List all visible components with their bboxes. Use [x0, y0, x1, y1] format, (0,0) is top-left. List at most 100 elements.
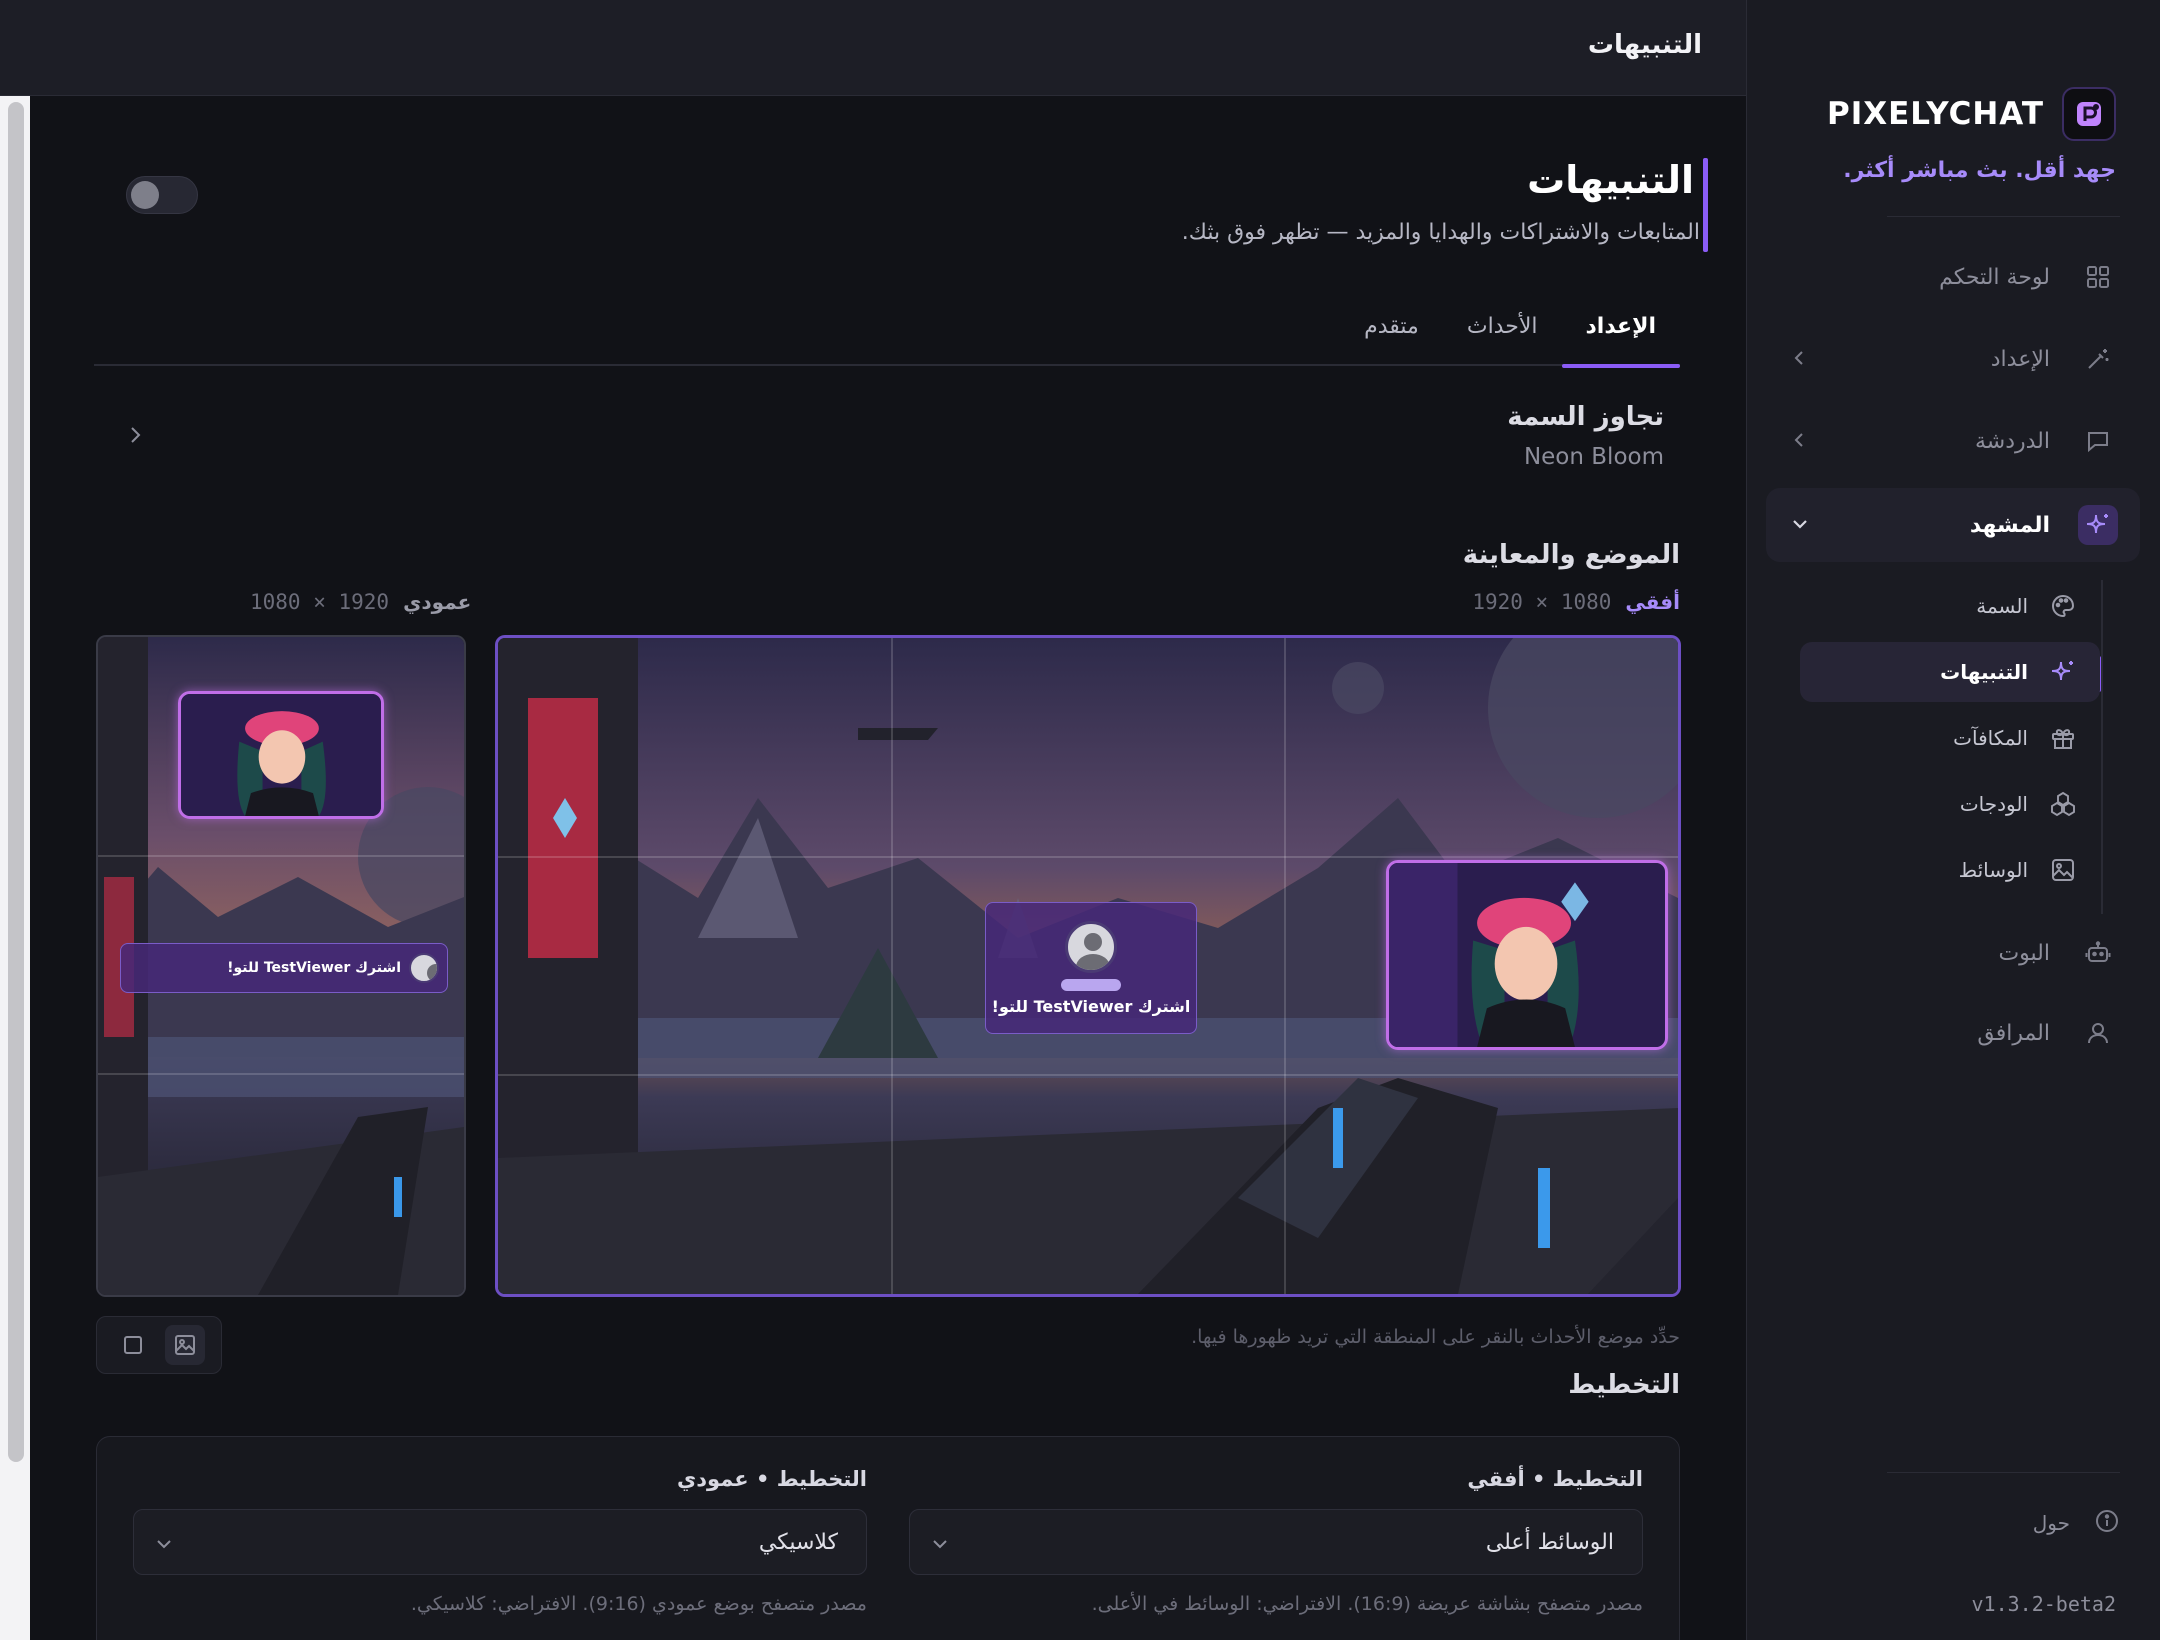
field-label: التخطيط • عمودي	[677, 1467, 867, 1491]
message-icon	[2078, 421, 2118, 461]
alert-message: اشترك TestViewer للتو!	[227, 960, 401, 976]
brand[interactable]: PIXELYCHAT	[1827, 86, 2116, 142]
dimensions-label: 1920 × 1080	[1472, 590, 1612, 614]
select-value: كلاسيكي	[758, 1530, 838, 1555]
vertical-preview-canvas[interactable]: اشترك TestViewer للتو!	[96, 635, 466, 1297]
layout-vertical-select[interactable]: كلاسيكي	[133, 1509, 867, 1575]
position-hint: حدِّد موضع الأحداث بالنقر على المنطقة ال…	[1191, 1326, 1680, 1348]
square-icon	[124, 1336, 142, 1354]
layout-vertical-field: التخطيط • عمودي كلاسيكي مصدر متصفح بوضع …	[133, 1467, 867, 1615]
chevron-down-icon	[154, 1534, 174, 1558]
blank-background-button[interactable]	[113, 1325, 153, 1365]
field-label: التخطيط • أفقي	[1467, 1467, 1643, 1491]
user-icon	[2078, 1013, 2118, 1053]
layout-card: التخطيط • أفقي الوسائط أعلى مصدر متصفح ب…	[96, 1436, 1680, 1640]
sidebar-item-about[interactable]: حول	[2033, 1508, 2120, 1538]
sidebar-subitem-rewards[interactable]: المكافآت	[1800, 708, 2100, 768]
webcam-overlay[interactable]	[1386, 860, 1668, 1050]
chevron-left-icon	[1790, 348, 1810, 372]
sparkle-icon	[2046, 655, 2080, 689]
alert-chip	[1061, 978, 1121, 991]
grid-line	[498, 1074, 1678, 1076]
page-title: التنبيهات	[1527, 158, 1694, 202]
page-subtitle: المتابعات والاشتراكات والهدايا والمزيد —…	[1181, 220, 1700, 245]
subnav-label: السمة	[1976, 594, 2028, 618]
alert-preview-box[interactable]: اشترك TestViewer للتو!	[985, 902, 1197, 1034]
tab-bar: الإعداد الأحداث متقدم	[94, 308, 1681, 368]
sidebar-subitem-media[interactable]: الوسائط	[1800, 840, 2100, 900]
sparkle-icon	[2078, 505, 2118, 545]
sidebar-item-label: حول	[2032, 1511, 2070, 1535]
brand-tagline: جهد أقل. بث مباشر أكثر.	[1843, 158, 2116, 183]
vertical-preview-label: عمودي 1080 × 1920	[250, 590, 471, 614]
sidebar-item-label: المشهد	[1969, 512, 2050, 538]
top-bar: التنبيهات	[0, 0, 1746, 96]
sidebar-subitem-widgets[interactable]: الودجات	[1800, 774, 2100, 834]
scrollbar-track[interactable]	[0, 96, 30, 1640]
info-icon	[2094, 1508, 2120, 1538]
cubes-icon	[2046, 787, 2080, 821]
theme-override-title: تجاوز السمة	[1507, 402, 1664, 432]
sidebar-subitem-theme[interactable]: السمة	[1800, 576, 2100, 636]
subnav-label: الوسائط	[1958, 858, 2028, 882]
bot-icon	[2078, 933, 2118, 973]
tab-advanced[interactable]: متقدم	[1340, 308, 1443, 366]
webcam-overlay[interactable]	[178, 691, 384, 819]
tab-events[interactable]: الأحداث	[1443, 308, 1562, 366]
image-icon	[2046, 853, 2080, 887]
preview-toolbar	[96, 1316, 222, 1374]
streamer-avatar-image	[181, 694, 381, 816]
avatar-icon	[1065, 920, 1117, 973]
chevron-right-icon	[124, 424, 146, 450]
sidebar-item-label: المرافق	[1977, 1020, 2050, 1046]
sidebar-item-dashboard[interactable]: لوحة التحكم	[1766, 240, 2140, 314]
avatar-icon	[409, 953, 439, 983]
sidebar: PIXELYCHAT جهد أقل. بث مباشر أكثر. لوحة …	[1746, 0, 2160, 1640]
title-accent-bar	[1703, 158, 1708, 252]
dimensions-label: 1080 × 1920	[250, 590, 390, 614]
theme-override-value: Neon Bloom	[1523, 444, 1664, 470]
tab-setup[interactable]: الإعداد	[1561, 308, 1681, 368]
toggle-knob	[131, 181, 159, 209]
sidebar-item-chat[interactable]: الدردشة	[1766, 404, 2140, 478]
image-background-button[interactable]	[165, 1325, 205, 1365]
sidebar-item-bot[interactable]: البوت	[1766, 916, 2140, 990]
brand-logo-icon	[2062, 87, 2116, 141]
sidebar-item-label: الدردشة	[1974, 428, 2050, 454]
wand-icon	[2078, 339, 2118, 379]
streamer-avatar-image	[1389, 863, 1665, 1047]
orientation-label: عمودي	[403, 590, 472, 614]
sidebar-item-label: الإعداد	[1990, 346, 2050, 372]
scrollbar-thumb[interactable]	[8, 102, 24, 1462]
image-icon	[175, 1335, 195, 1355]
field-help: مصدر متصفح بوضع عمودي (9:16). الافتراضي:…	[410, 1593, 867, 1615]
alerts-enabled-toggle[interactable]	[126, 176, 198, 214]
sidebar-item-scene[interactable]: المشهد	[1766, 488, 2140, 562]
top-bar-title: التنبيهات	[1587, 30, 1702, 60]
theme-override-row[interactable]: تجاوز السمة Neon Bloom	[94, 402, 1680, 512]
subnav-label: الودجات	[1959, 792, 2028, 816]
sidebar-divider	[1887, 1472, 2120, 1473]
layout-section-title: التخطيط	[1568, 1370, 1680, 1400]
sidebar-item-setup[interactable]: الإعداد	[1766, 322, 2140, 396]
grid-line	[98, 855, 464, 857]
chevron-left-icon	[1790, 430, 1810, 454]
orientation-label: أفقي	[1625, 590, 1680, 614]
alert-preview-box[interactable]: اشترك TestViewer للتو!	[120, 943, 448, 993]
subnav-label: المكافآت	[1953, 726, 2028, 750]
palette-icon	[2046, 589, 2080, 623]
layout-horizontal-field: التخطيط • أفقي الوسائط أعلى مصدر متصفح ب…	[909, 1467, 1643, 1615]
grid-line	[891, 638, 893, 1294]
chevron-down-icon	[1790, 514, 1810, 538]
horizontal-preview-canvas[interactable]: اشترك TestViewer للتو!	[495, 635, 1681, 1297]
grid-icon	[2078, 257, 2118, 297]
sidebar-item-companion[interactable]: المرافق	[1766, 996, 2140, 1070]
layout-horizontal-select[interactable]: الوسائط أعلى	[909, 1509, 1643, 1575]
grid-line	[1284, 638, 1286, 1294]
chevron-down-icon	[930, 1534, 950, 1558]
field-help: مصدر متصفح بشاشة عريضة (16:9). الافتراضي…	[1091, 1593, 1643, 1615]
sidebar-item-label: لوحة التحكم	[1939, 264, 2050, 290]
sidebar-subitem-alerts[interactable]: التنبيهات	[1800, 642, 2100, 702]
select-value: الوسائط أعلى	[1485, 1530, 1614, 1555]
grid-line	[498, 856, 1678, 858]
